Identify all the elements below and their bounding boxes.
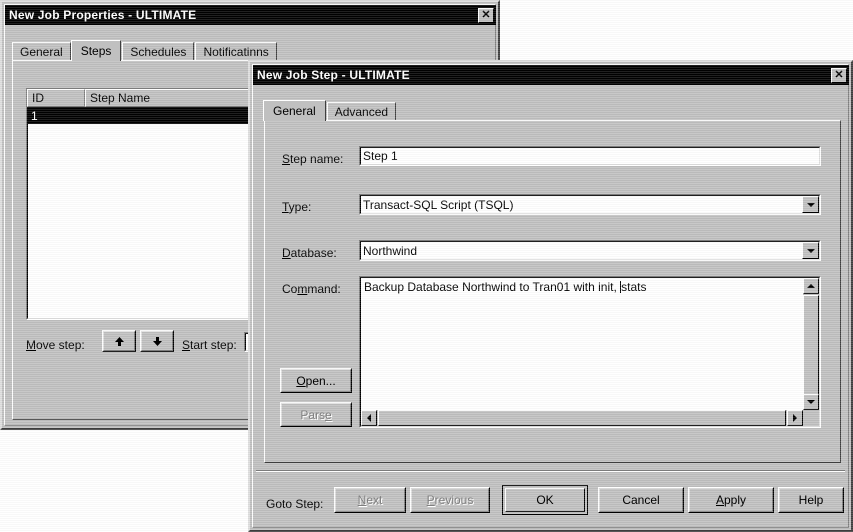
move-step-down-button[interactable]	[140, 330, 174, 352]
scroll-right-icon	[793, 414, 797, 422]
next-button[interactable]: Next	[334, 487, 406, 513]
parent-window-title: New Job Properties - ULTIMATE	[9, 8, 197, 22]
parent-close-button[interactable]: ✕	[478, 7, 494, 23]
child-titlebar[interactable]: New Job Step - ULTIMATE ✕	[253, 65, 849, 85]
move-step-label: Move step:	[26, 338, 85, 352]
column-header-id-label: ID	[32, 91, 44, 105]
command-value-before-caret: Backup Database Northwind to Tran01 with…	[364, 280, 621, 294]
apply-button-label: Apply	[715, 493, 747, 507]
database-combobox[interactable]: Northwind	[359, 240, 821, 261]
parse-button-label: Parse	[300, 407, 332, 422]
command-value-after-caret: stats	[621, 280, 647, 294]
steps-listview[interactable]: ID Step Name 1	[26, 88, 281, 320]
ok-button-label: OK	[536, 493, 554, 507]
chevron-down-icon	[806, 202, 815, 207]
child-tabstrip: General Advanced	[263, 100, 397, 121]
type-dropdown-button[interactable]	[802, 196, 819, 213]
tab-advanced-label: Advanced	[334, 105, 389, 119]
listview-header: ID Step Name	[27, 89, 280, 107]
type-label: Type:	[282, 200, 312, 214]
tab-general-child[interactable]: General	[263, 100, 326, 121]
scroll-down-icon	[807, 400, 815, 404]
open-button-label: Open...	[296, 373, 336, 388]
tab-steps[interactable]: Steps	[70, 40, 122, 61]
close-icon: ✕	[834, 68, 844, 81]
command-vscrollbar[interactable]	[803, 278, 819, 410]
child-window-title: New Job Step - ULTIMATE	[257, 68, 410, 82]
vscroll-thumb[interactable]	[803, 295, 819, 395]
step-name-bevel	[360, 147, 820, 165]
table-row[interactable]: 1	[27, 107, 280, 124]
parse-button[interactable]: Parse	[280, 402, 352, 427]
screenshot-root: New Job Properties - ULTIMATE ✕ General …	[0, 0, 853, 532]
arrow-up-icon	[114, 336, 124, 346]
cancel-button[interactable]: Cancel	[598, 487, 684, 513]
goto-step-label: Goto Step:	[266, 497, 324, 511]
chevron-down-icon	[806, 248, 815, 253]
command-hscrollbar[interactable]	[361, 410, 803, 426]
column-header-id[interactable]: ID	[27, 89, 85, 107]
scroll-down-button[interactable]	[803, 394, 819, 410]
step-name-input[interactable]: Step 1	[359, 146, 821, 166]
database-label: Database:	[282, 246, 337, 260]
new-job-step-window: New Job Step - ULTIMATE ✕ General Advanc…	[248, 60, 853, 532]
tab-steps-label: Steps	[80, 44, 112, 58]
tab-schedules-label: Schedules	[130, 45, 187, 59]
scroll-left-icon	[367, 414, 371, 422]
open-button[interactable]: Open...	[280, 368, 352, 393]
command-label: Command:	[282, 282, 341, 296]
row-cell-id: 1	[31, 108, 38, 123]
hscroll-thumb[interactable]	[378, 410, 786, 426]
column-header-step-name-label: Step Name	[90, 91, 151, 105]
ok-button[interactable]: OK	[502, 485, 588, 515]
tab-schedules[interactable]: Schedules	[122, 42, 195, 61]
scrollbar-corner	[803, 410, 819, 426]
scroll-right-button[interactable]	[787, 410, 803, 426]
tab-notifications-label: Notificatinns	[203, 45, 269, 59]
help-button-label: Help	[798, 493, 824, 507]
arrow-down-icon	[152, 336, 162, 346]
command-textarea[interactable]: Backup Database Northwind to Tran01 with…	[359, 276, 821, 428]
scroll-left-button[interactable]	[361, 410, 377, 426]
tab-advanced[interactable]: Advanced	[326, 102, 397, 121]
command-textarea-bevel	[360, 277, 820, 427]
help-button[interactable]: Help	[778, 487, 844, 513]
type-value: Transact-SQL Script (TSQL)	[363, 197, 514, 212]
database-value: Northwind	[363, 243, 418, 258]
close-icon: ✕	[481, 8, 491, 21]
database-dropdown-button[interactable]	[802, 242, 819, 259]
previous-button-label: Previous	[426, 493, 474, 507]
previous-button[interactable]: Previous	[410, 487, 490, 513]
scroll-up-icon	[807, 284, 815, 288]
tab-general[interactable]: General	[12, 42, 71, 61]
cancel-button-label: Cancel	[622, 493, 660, 507]
apply-button[interactable]: Apply	[688, 487, 774, 513]
tab-general-label: General	[20, 45, 63, 59]
tab-notifications[interactable]: Notificatinns	[195, 42, 277, 61]
step-name-value: Step 1	[363, 149, 398, 163]
parent-tabstrip: General Steps Schedules Notificatinns	[12, 40, 278, 61]
type-combobox[interactable]: Transact-SQL Script (TSQL)	[359, 194, 821, 215]
parent-titlebar[interactable]: New Job Properties - ULTIMATE ✕	[5, 5, 496, 25]
move-step-up-button[interactable]	[102, 330, 136, 352]
tab-general-child-label: General	[273, 104, 316, 118]
footer-separator	[256, 470, 845, 472]
database-combobox-bevel	[360, 241, 820, 260]
step-name-label: Step name:	[282, 152, 344, 166]
start-step-label: Start step:	[182, 338, 237, 352]
next-button-label: Next	[357, 493, 383, 507]
command-text-content: Backup Database Northwind to Tran01 with…	[364, 280, 646, 294]
child-close-button[interactable]: ✕	[831, 67, 847, 83]
scroll-up-button[interactable]	[803, 278, 819, 294]
